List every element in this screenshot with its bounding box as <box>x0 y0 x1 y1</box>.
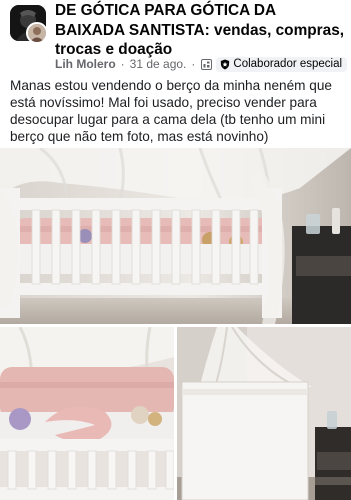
status-badge[interactable]: Colaborador especial <box>216 56 348 72</box>
post-meta: Lih Molero · 31 de ago. · Colaborador es… <box>55 56 348 72</box>
post-header: DE GÓTICA PARA GÓTICA DA BAIXADA SANTIST… <box>0 0 351 72</box>
author-name[interactable]: Lih Molero <box>55 57 116 71</box>
post-photo-crib-inside[interactable] <box>0 327 174 500</box>
group-privacy-icon <box>201 58 213 70</box>
meta-separator: · <box>120 57 125 71</box>
post-photo-crib-main[interactable] <box>0 148 351 324</box>
badge-label: Colaborador especial <box>233 58 343 70</box>
meta-separator: · <box>191 57 196 71</box>
shield-badge-icon <box>220 59 230 70</box>
group-name[interactable]: DE GÓTICA PARA GÓTICA DA BAIXADA SANTIST… <box>55 1 347 60</box>
post-photo-crib-side[interactable] <box>177 327 351 500</box>
post-text: Manas estou vendendo o berço da minha ne… <box>10 78 332 144</box>
post-date[interactable]: 31 de ago. <box>130 57 187 71</box>
user-avatar[interactable] <box>26 22 48 44</box>
